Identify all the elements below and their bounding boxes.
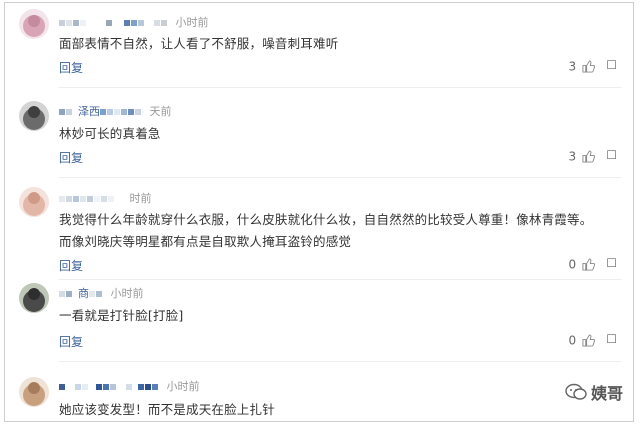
comment-time: 小时前: [166, 380, 200, 393]
like-button[interactable]: 0: [568, 333, 596, 348]
watermark: 姨哥: [565, 380, 623, 406]
thumbs-up-icon: [582, 334, 596, 347]
username-mosaic[interactable]: [100, 105, 142, 117]
thumbs-up-icon: [582, 60, 596, 73]
comment-text: 面部表情不自然，让人看了不舒服，噪音刺耳难听: [59, 36, 339, 51]
reply-button[interactable]: 回复: [59, 59, 83, 76]
username-mosaic[interactable]: [59, 287, 78, 299]
comment-text: 我觉得什么年龄就穿什么衣服，什么皮肤就化什么妆，自自然然的比较受人尊重！像林青霞…: [59, 212, 593, 249]
divider: [59, 361, 621, 362]
thumbs-up-icon: [582, 150, 596, 163]
like-button[interactable]: 3: [568, 59, 596, 74]
avatar[interactable]: [19, 377, 49, 407]
username-mosaic[interactable]: [59, 380, 159, 392]
more-button[interactable]: ☐: [606, 148, 617, 162]
avatar[interactable]: [19, 9, 49, 39]
comment-time: 时前: [129, 192, 152, 205]
comment-meta: 时前: [59, 190, 152, 206]
more-button[interactable]: ☐: [606, 332, 617, 346]
username-mosaic[interactable]: [59, 16, 168, 28]
divider: [59, 177, 621, 178]
like-count: 3: [568, 59, 577, 74]
reply-button[interactable]: 回复: [59, 333, 83, 350]
like-count: 0: [568, 257, 577, 272]
like-count: 3: [568, 149, 577, 164]
comment-text: 她应该变发型！而不是成天在脸上扎针: [59, 402, 275, 417]
comment-meta: 泽西 天前: [59, 103, 172, 119]
username-mosaic[interactable]: [89, 287, 103, 299]
comment-text: 林妙可长的真着急: [59, 126, 161, 141]
more-button[interactable]: ☐: [606, 256, 617, 270]
divider: [59, 87, 621, 88]
username-mosaic[interactable]: [59, 192, 122, 204]
username-text[interactable]: 泽西: [78, 105, 100, 118]
watermark-text: 姨哥: [590, 383, 623, 403]
comment-list: 小时前 面部表情不自然，让人看了不舒服，噪音刺耳难听 回复 3 ☐ 泽西 天前 …: [4, 2, 634, 422]
comment-time: 小时前: [110, 287, 144, 300]
username-text[interactable]: 商: [78, 287, 89, 300]
like-button[interactable]: 0: [568, 257, 596, 272]
username-mosaic[interactable]: [59, 105, 78, 117]
comment-time: 小时前: [175, 16, 209, 29]
comment-meta: 商 小时前: [59, 285, 144, 301]
divider: [59, 279, 621, 280]
like-count: 0: [568, 333, 577, 348]
thumbs-up-icon: [582, 258, 596, 271]
comment-meta: 小时前: [59, 378, 200, 394]
avatar[interactable]: [19, 101, 49, 131]
more-button[interactable]: ☐: [606, 58, 617, 72]
like-button[interactable]: 3: [568, 149, 596, 164]
reply-button[interactable]: 回复: [59, 149, 83, 166]
wechat-icon: [565, 383, 587, 405]
comment-time: 天前: [149, 105, 172, 118]
comment-text: 一看就是打针脸[打脸]: [59, 308, 184, 323]
avatar[interactable]: [19, 283, 49, 313]
reply-button[interactable]: 回复: [59, 257, 83, 274]
comment-meta: 小时前: [59, 14, 209, 30]
avatar[interactable]: [19, 187, 49, 217]
